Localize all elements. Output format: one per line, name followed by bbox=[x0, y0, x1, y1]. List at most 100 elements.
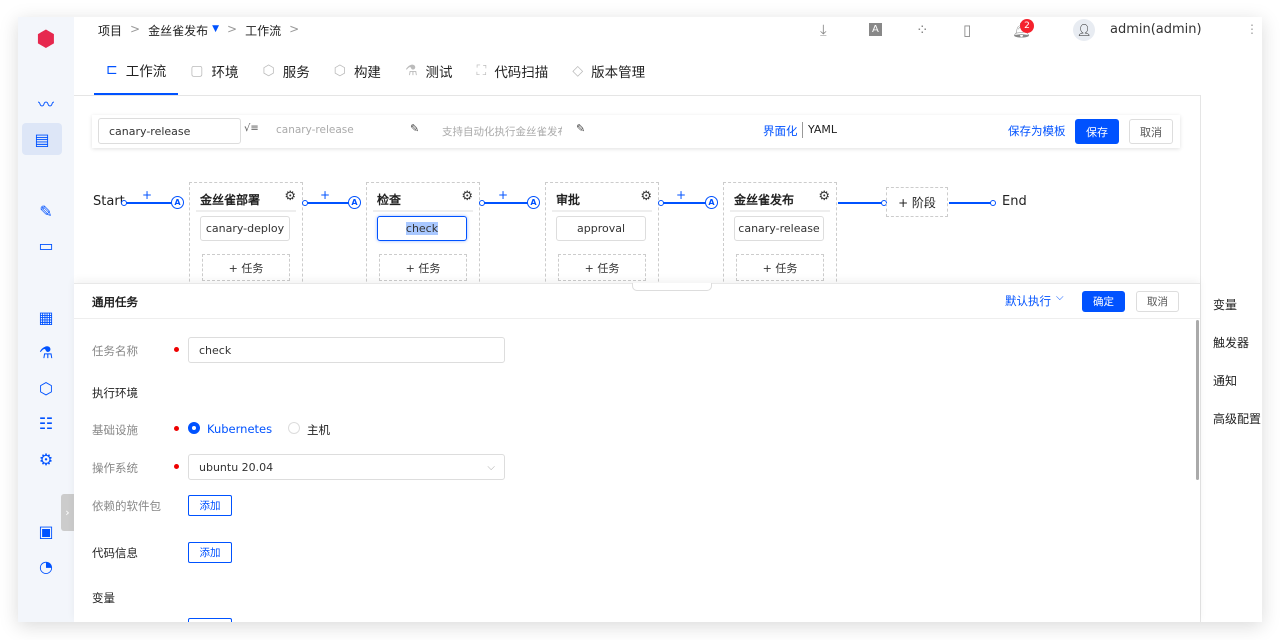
tab-build[interactable]: ⬡ 构建 bbox=[322, 46, 393, 95]
radio-label-host[interactable]: 主机 bbox=[307, 422, 330, 438]
tab-label: 构建 bbox=[353, 64, 381, 81]
workflow-toolbar: canary-release √≡ canary-release ✎ 支持自动化… bbox=[92, 115, 1180, 148]
scrollbar[interactable] bbox=[1196, 320, 1199, 480]
job-card[interactable]: canary-deploy bbox=[200, 216, 290, 241]
exec-mode-dropdown[interactable]: 默认执行 bbox=[1005, 293, 1051, 309]
os-select[interactable]: ubuntu 20.04 ⌵ bbox=[188, 454, 505, 480]
tree-icon[interactable]: ☷ bbox=[32, 409, 60, 437]
sidebar: ⬢ 〰 ▤ ✎ ▭ ▦ ⚗ ⬡ ☷ ⚙ ▣ ◔ bbox=[18, 17, 74, 622]
approval-a-icon[interactable]: A bbox=[348, 196, 361, 209]
add-stage-plus[interactable]: + bbox=[676, 188, 686, 202]
tab-environment[interactable]: ▢ 环境 bbox=[178, 46, 250, 95]
radio-host[interactable] bbox=[288, 422, 300, 434]
breadcrumb-workflow[interactable]: 工作流 bbox=[245, 22, 281, 39]
right-panel-advanced[interactable]: 高级配置 bbox=[1213, 410, 1261, 427]
edit-icon[interactable]: ✎ bbox=[576, 122, 585, 135]
add-variable-button[interactable] bbox=[188, 618, 232, 622]
chevron-down-icon: ⌵ bbox=[487, 461, 495, 473]
right-panel-triggers[interactable]: 触发器 bbox=[1213, 334, 1249, 351]
connector-dot bbox=[990, 200, 996, 206]
gear-icon[interactable]: ⚙ bbox=[640, 189, 652, 204]
mode-yaml-toggle[interactable]: YAML bbox=[808, 123, 837, 136]
monitor-icon[interactable]: ▣ bbox=[32, 517, 60, 545]
docs-book-icon[interactable]: ▯ bbox=[963, 21, 971, 39]
confirm-button[interactable]: 确定 bbox=[1082, 291, 1125, 312]
connector-line bbox=[949, 202, 993, 204]
cancel-button[interactable]: 取消 bbox=[1136, 291, 1179, 312]
pie-chart-icon[interactable]: ◔ bbox=[32, 552, 60, 580]
deploy-icon[interactable]: ▭ bbox=[32, 231, 60, 259]
save-as-template-link[interactable]: 保存为模板 bbox=[1008, 123, 1066, 139]
edit-doc-icon[interactable]: ✎ bbox=[32, 197, 60, 225]
user-name[interactable]: admin(admin) bbox=[1110, 22, 1202, 37]
workflow-name-input[interactable]: canary-release bbox=[98, 118, 241, 144]
description-input[interactable]: 支持自动化执行金丝雀发布 bbox=[442, 124, 562, 139]
tab-service[interactable]: ⬡ 服务 bbox=[250, 46, 321, 95]
radio-label-kubernetes[interactable]: Kubernetes bbox=[207, 422, 272, 436]
project-pm-icon[interactable]: ▤ bbox=[22, 123, 62, 155]
add-stage-plus[interactable]: + bbox=[498, 188, 508, 202]
test-flask-icon[interactable]: ⚗ bbox=[32, 338, 60, 366]
approval-a-icon[interactable]: A bbox=[171, 196, 184, 209]
display-name-input[interactable]: canary-release bbox=[276, 124, 354, 136]
workflow-icon: ⊏ bbox=[106, 61, 118, 78]
add-task-button[interactable]: + 任务 bbox=[736, 254, 824, 281]
connector-dot bbox=[658, 200, 664, 206]
breadcrumb-project[interactable]: 金丝雀发布 bbox=[148, 22, 208, 39]
logo-icon[interactable]: ⬢ bbox=[32, 25, 60, 53]
stage-title: 审批 bbox=[556, 193, 581, 207]
breadcrumb-separator: > bbox=[289, 22, 300, 36]
add-stage-plus[interactable]: + bbox=[320, 188, 330, 202]
package-icon[interactable]: ⬡ bbox=[32, 374, 60, 402]
add-code-button[interactable]: 添加 bbox=[188, 542, 232, 563]
right-panel-variables[interactable]: 变量 bbox=[1213, 296, 1237, 313]
tab-workflow[interactable]: ⊏ 工作流 bbox=[94, 46, 179, 95]
job-card[interactable]: approval bbox=[556, 216, 646, 241]
gear-icon[interactable]: ⚙ bbox=[818, 189, 830, 204]
more-vertical-icon[interactable]: ⋮ bbox=[1246, 22, 1258, 36]
tab-version[interactable]: ◇ 版本管理 bbox=[560, 46, 657, 95]
add-task-button[interactable]: + 任务 bbox=[558, 254, 646, 281]
gear-icon[interactable]: ⚙ bbox=[284, 189, 296, 204]
sidebar-expand-button[interactable]: › bbox=[61, 494, 74, 531]
required-indicator bbox=[174, 464, 179, 469]
right-panel-notifications[interactable]: 通知 bbox=[1213, 372, 1237, 389]
job-card-selected[interactable]: check bbox=[377, 216, 467, 241]
approval-a-icon[interactable]: A bbox=[527, 196, 540, 209]
task-name-input[interactable]: check bbox=[188, 337, 505, 363]
add-stage-plus[interactable]: + bbox=[142, 188, 152, 202]
flask-icon: ⚗ bbox=[404, 62, 418, 79]
radio-kubernetes[interactable] bbox=[188, 422, 200, 434]
required-indicator bbox=[174, 426, 179, 431]
add-package-button[interactable]: 添加 bbox=[188, 495, 232, 516]
approval-a-icon[interactable]: A bbox=[705, 196, 718, 209]
task-panel-title: 通用任务 bbox=[92, 295, 138, 309]
cancel-button[interactable]: 取消 bbox=[1129, 119, 1173, 144]
tab-code-scan[interactable]: ⛶ 代码扫描 bbox=[465, 46, 561, 95]
tab-test[interactable]: ⚗ 测试 bbox=[393, 46, 465, 95]
network-icon[interactable]: ⁘ bbox=[916, 21, 929, 39]
job-card[interactable]: canary-release bbox=[734, 216, 824, 241]
save-button[interactable]: 保存 bbox=[1075, 119, 1119, 144]
translate-icon[interactable]: A bbox=[869, 23, 882, 36]
settings-icon[interactable]: ⚙ bbox=[32, 445, 60, 473]
gear-icon[interactable]: ⚙ bbox=[461, 189, 473, 204]
add-task-button[interactable]: + 任务 bbox=[379, 254, 467, 281]
connector-line bbox=[304, 202, 350, 204]
download-icon[interactable]: ⤓ bbox=[820, 21, 827, 39]
notification-badge: 2 bbox=[1020, 19, 1034, 33]
tab-label: 工作流 bbox=[125, 63, 167, 80]
cube-icon: ⬡ bbox=[262, 62, 275, 79]
add-task-button[interactable]: + 任务 bbox=[202, 254, 290, 281]
chevron-down-icon[interactable]: ⌵ bbox=[1056, 292, 1064, 303]
template-icon[interactable]: ▦ bbox=[32, 303, 60, 331]
edit-icon[interactable]: ✎ bbox=[410, 122, 419, 135]
add-stage-button[interactable]: + 阶段 bbox=[886, 187, 948, 217]
breadcrumb-projects[interactable]: 项目 bbox=[98, 22, 122, 39]
activity-icon[interactable]: 〰 bbox=[32, 89, 60, 117]
caret-down-icon[interactable]: ▼ bbox=[212, 24, 219, 39]
connector-line bbox=[660, 202, 706, 204]
task-name-label: 任务名称 bbox=[92, 344, 138, 358]
mode-ui-toggle[interactable]: 界面化 bbox=[763, 123, 798, 139]
avatar[interactable]: 👤︎ bbox=[1073, 19, 1095, 41]
